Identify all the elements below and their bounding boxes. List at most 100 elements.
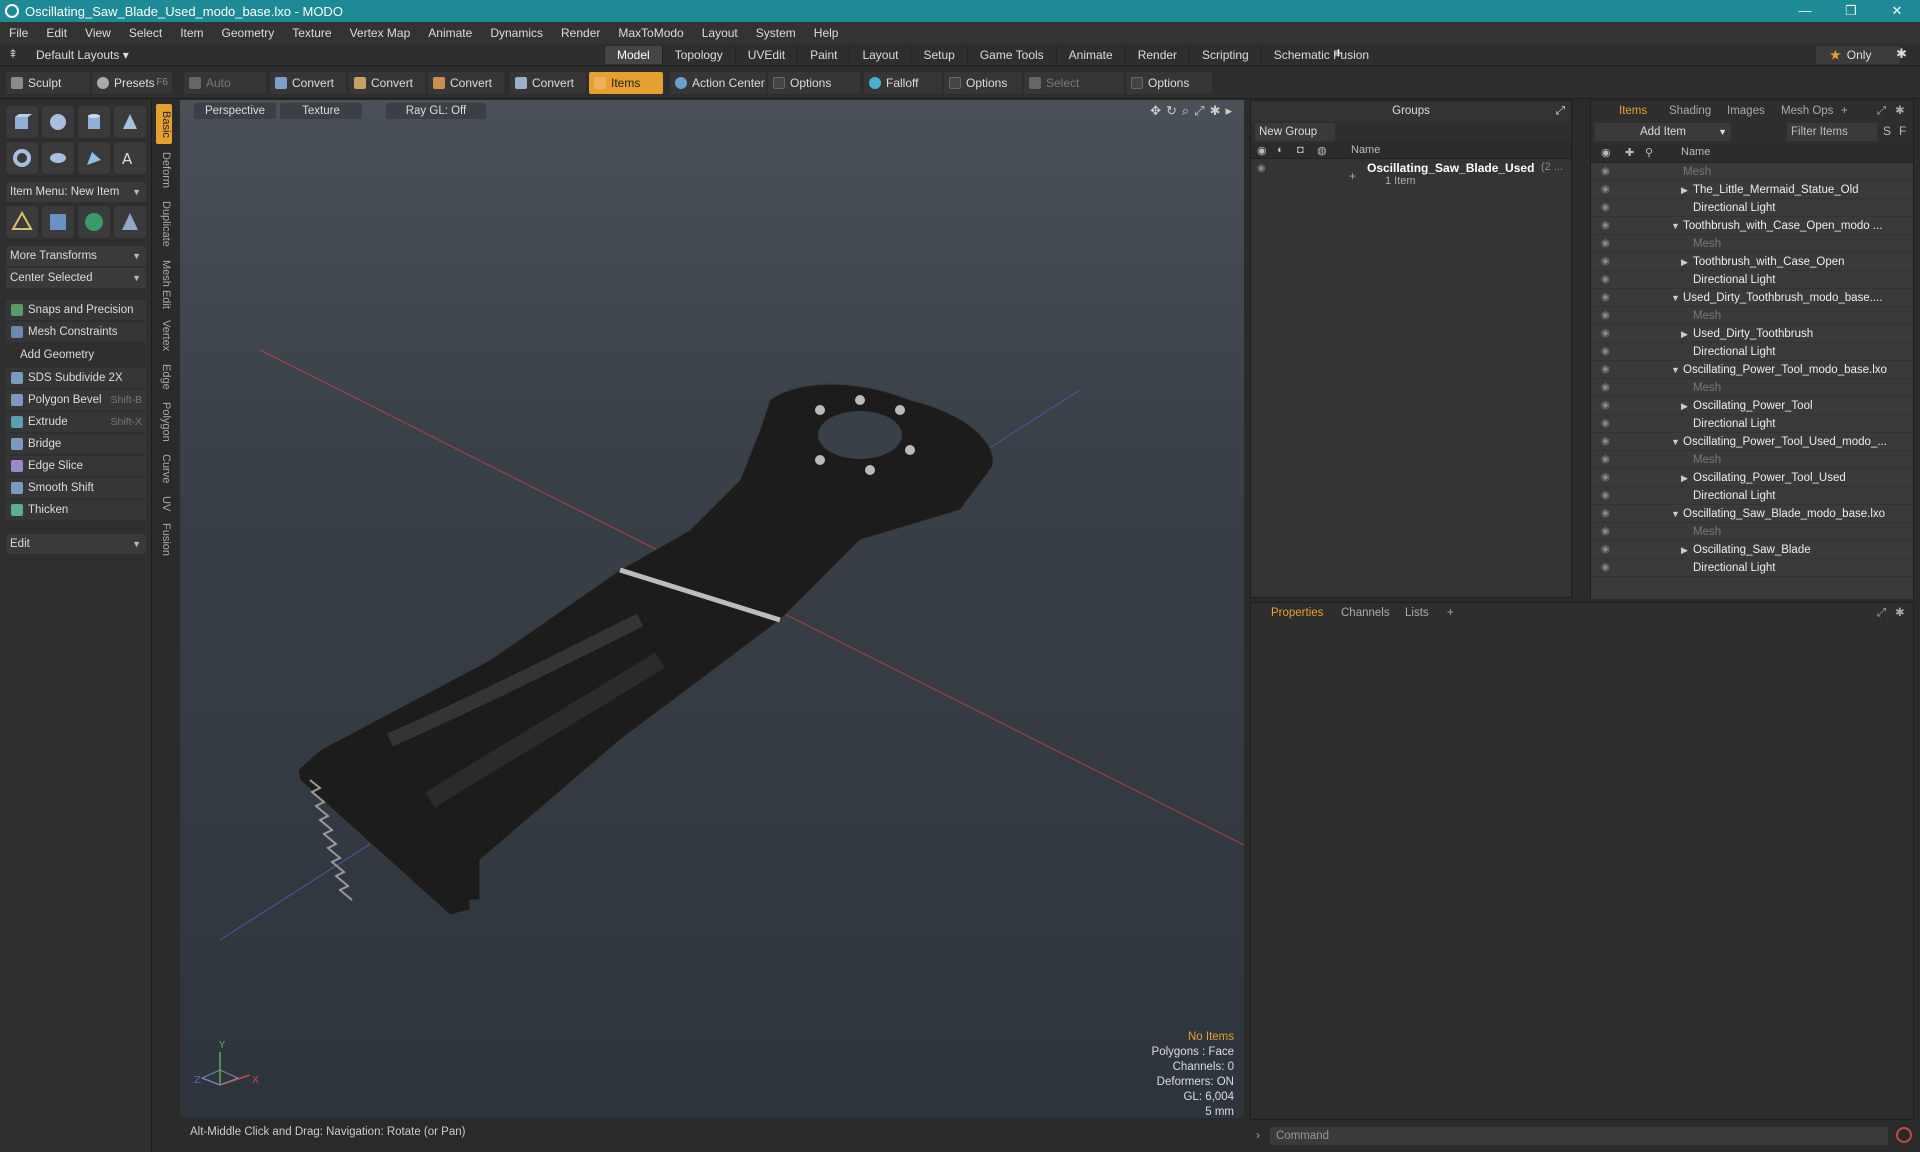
tree-row[interactable]: ◉ ▼ Used_Dirty_Toothbrush_modo_base.... xyxy=(1591,289,1913,307)
grid-icon[interactable] xyxy=(42,206,74,238)
action-center-button[interactable]: Action Center xyxy=(670,72,766,94)
menu-animate[interactable]: Animate xyxy=(419,22,481,44)
chevron-down-icon[interactable]: ▼ xyxy=(1671,433,1680,451)
tree-row[interactable]: ◉ Directional Light xyxy=(1591,415,1913,433)
new-group-button[interactable]: New Group xyxy=(1255,123,1335,141)
eye-icon[interactable]: ◉ xyxy=(1601,379,1610,397)
tree-row[interactable]: ◉ Mesh xyxy=(1591,523,1913,541)
options-button-3[interactable]: Options xyxy=(1126,72,1212,94)
eye-icon[interactable]: ◉ xyxy=(1601,235,1610,253)
tab-uvedit[interactable]: UVEdit xyxy=(734,46,797,64)
eye-icon[interactable]: ◉ xyxy=(1601,397,1610,415)
add-tab-icon[interactable]: + xyxy=(1334,45,1343,62)
more-transforms-dropdown[interactable]: More Transforms ▼ xyxy=(6,246,146,266)
eye-icon[interactable]: ◉ xyxy=(1601,343,1610,361)
fit-view-icon[interactable]: ⤢ xyxy=(1194,103,1204,119)
tree-row[interactable]: ◉ Directional Light xyxy=(1591,487,1913,505)
options-button-2[interactable]: Options xyxy=(944,72,1022,94)
edge-slice-button[interactable]: Edge Slice xyxy=(6,456,146,476)
tab-mesh-ops[interactable]: Mesh Ops xyxy=(1781,101,1833,121)
tab-duplicate[interactable]: Duplicate xyxy=(156,196,172,252)
pin-icon[interactable]: ⇞ xyxy=(8,47,18,61)
tree-row[interactable]: ◉ ▶ The_Little_Mermaid_Statue_Old xyxy=(1591,181,1913,199)
menu-file[interactable]: File xyxy=(0,22,37,44)
tree-row[interactable]: ◉ ▶ Used_Dirty_Toothbrush xyxy=(1591,325,1913,343)
eye-icon[interactable]: ◉ xyxy=(1601,559,1610,577)
thicken-button[interactable]: Thicken xyxy=(6,500,146,520)
add-tab-icon[interactable]: + xyxy=(1447,603,1454,623)
tab-fusion[interactable]: Fusion xyxy=(156,520,172,560)
snaps-and-precision-button[interactable]: Snaps and Precision xyxy=(6,300,146,320)
tab-curve[interactable]: Curve xyxy=(156,450,172,488)
sculpt-button[interactable]: Sculpt xyxy=(6,72,90,94)
perspective-dropdown[interactable]: Perspective xyxy=(194,103,276,119)
gear-icon[interactable]: ✱ xyxy=(1896,46,1907,62)
eye-icon[interactable]: ◉ xyxy=(1601,253,1610,271)
tab-model[interactable]: Model xyxy=(604,46,662,64)
group-row[interactable]: ◉ + Oscillating_Saw_Blade_Used (2 ... 1 … xyxy=(1251,159,1571,189)
expand-icon[interactable]: ⤢ xyxy=(1877,101,1886,121)
tree-row[interactable]: ◉ Directional Light xyxy=(1591,559,1913,577)
smooth-shift-button[interactable]: Smooth Shift xyxy=(6,478,146,498)
saw-blade-model[interactable] xyxy=(297,383,994,916)
pyramid-icon[interactable] xyxy=(114,206,146,238)
3d-viewport[interactable]: Y X Z Perspective Texture Ray GL: Off ✥ … xyxy=(180,100,1244,1118)
default-layouts-dropdown[interactable]: Default Layouts ▾ xyxy=(36,48,129,62)
extrude-button[interactable]: Extrude Shift-X xyxy=(6,412,146,432)
tab-animate[interactable]: Animate xyxy=(1055,46,1125,64)
convert-button-4[interactable]: Convert xyxy=(510,72,586,94)
menu-help[interactable]: Help xyxy=(805,22,848,44)
convert-button-1[interactable]: Convert xyxy=(270,72,346,94)
eye-icon[interactable]: ◉ xyxy=(1601,415,1610,433)
move-view-icon[interactable]: ✥ xyxy=(1150,103,1161,119)
sds-subdivide-button[interactable]: SDS Subdivide 2X xyxy=(6,368,146,388)
tab-topology[interactable]: Topology xyxy=(661,46,735,64)
pen-icon[interactable] xyxy=(78,142,110,174)
menu-edit[interactable]: Edit xyxy=(37,22,76,44)
tab-paint[interactable]: Paint xyxy=(797,46,849,64)
tab-items[interactable]: Items xyxy=(1619,101,1647,121)
tab-properties[interactable]: Properties xyxy=(1271,603,1323,623)
tab-deform[interactable]: Deform xyxy=(156,148,172,192)
tab-game-tools[interactable]: Game Tools xyxy=(966,46,1056,64)
tree-row[interactable]: ◉ ▶ Toothbrush_with_Case_Open xyxy=(1591,253,1913,271)
globe-icon[interactable] xyxy=(78,206,110,238)
tab-shading[interactable]: Shading xyxy=(1669,101,1711,121)
eye-icon[interactable]: ◉ xyxy=(1601,469,1610,487)
tree-row[interactable]: ◉ Mesh xyxy=(1591,163,1913,181)
presets-button[interactable]: Presets F6 xyxy=(92,72,172,94)
eye-icon[interactable]: ◉ xyxy=(1601,433,1610,451)
texture-dropdown[interactable]: Texture xyxy=(280,103,362,119)
tab-setup[interactable]: Setup xyxy=(910,46,966,64)
eye-icon[interactable]: ◉ xyxy=(1601,181,1610,199)
tab-schematic-fusion[interactable]: Schematic Fusion xyxy=(1260,46,1381,64)
eye-icon[interactable]: ◉ xyxy=(1601,271,1610,289)
tab-polygon[interactable]: Polygon xyxy=(156,398,172,446)
eye-icon[interactable]: ◉ xyxy=(1601,523,1610,541)
expand-plus-icon[interactable]: + xyxy=(1349,169,1356,183)
tab-lists[interactable]: Lists xyxy=(1405,603,1429,623)
add-item-button[interactable]: Add Item ▼ xyxy=(1595,123,1731,141)
menu-vertex-map[interactable]: Vertex Map xyxy=(341,22,420,44)
expand-icon[interactable]: ⤢ xyxy=(1556,101,1565,121)
menu-layout[interactable]: Layout xyxy=(693,22,747,44)
tree-row[interactable]: ◉ Mesh xyxy=(1591,451,1913,469)
select-through-button[interactable]: Select Through xyxy=(1024,72,1124,112)
eye-icon[interactable]: ◉ xyxy=(1601,541,1610,559)
tree-row[interactable]: ◉ ▶ Oscillating_Saw_Blade xyxy=(1591,541,1913,559)
eye-icon[interactable]: ◉ xyxy=(1601,505,1610,523)
tree-row[interactable]: ◉ ▶ Oscillating_Power_Tool_Used xyxy=(1591,469,1913,487)
tree-row[interactable]: ◉ Directional Light xyxy=(1591,343,1913,361)
tab-basic[interactable]: Basic xyxy=(156,104,172,144)
menu-view[interactable]: View xyxy=(76,22,120,44)
tab-render[interactable]: Render xyxy=(1124,46,1189,64)
tree-row[interactable]: ◉ ▼ Toothbrush_with_Case_Open_modo ... xyxy=(1591,217,1913,235)
viewport-settings-icon[interactable]: ✱ xyxy=(1210,103,1221,119)
tab-edge[interactable]: Edge xyxy=(156,360,172,394)
menu-maxtomodo[interactable]: MaxToModo xyxy=(609,22,692,44)
rotate-view-icon[interactable]: ↻ xyxy=(1166,103,1177,119)
expand-icon[interactable]: ⤢ xyxy=(1877,603,1886,623)
chevron-right-icon[interactable]: ▶ xyxy=(1681,253,1688,271)
item-menu-dropdown[interactable]: Item Menu: New Item ▼ xyxy=(6,182,146,202)
only-toggle[interactable]: ★ Only xyxy=(1816,46,1900,64)
